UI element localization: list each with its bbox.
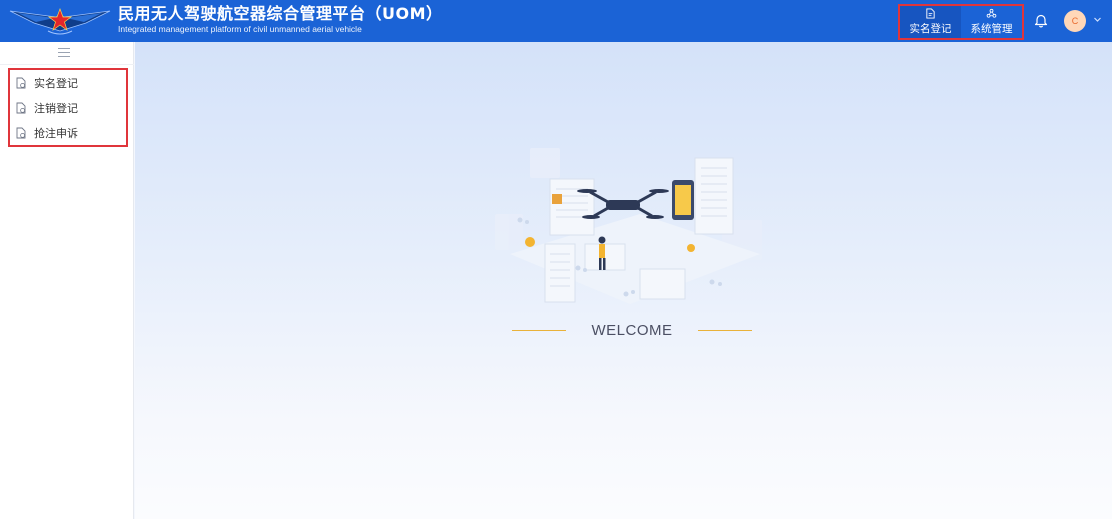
topnav-label: 实名登记 [909, 23, 952, 35]
sidebar-item-deregistration[interactable]: 注销登记 [10, 95, 126, 120]
welcome-banner: WELCOME [512, 320, 752, 340]
topnav-label: 系统管理 [970, 23, 1013, 35]
document-icon [16, 77, 26, 88]
settings-nodes-icon [986, 8, 997, 18]
document-icon [926, 8, 935, 19]
sidebar-item-real-name-registration[interactable]: 实名登记 [10, 70, 126, 95]
topnav-system-management[interactable]: 系统管理 [961, 6, 1022, 38]
sidebar-menu: 实名登记 注销登记 抢注申诉 [8, 68, 128, 147]
bell-icon[interactable] [1034, 13, 1048, 28]
divider [697, 329, 752, 331]
welcome-text: WELCOME [591, 321, 673, 339]
sidebar-item-label: 抢注申诉 [34, 126, 78, 140]
divider [0, 64, 134, 65]
document-icon [16, 127, 26, 138]
main-content: WELCOME [135, 42, 1112, 519]
caac-logo [9, 8, 111, 35]
divider [512, 329, 566, 331]
sidebar-item-squatting-appeal[interactable]: 抢注申诉 [10, 120, 126, 145]
sidebar-item-label: 注销登记 [34, 101, 78, 115]
top-header: 民用无人驾驶航空器综合管理平台（UOM） Integrated manageme… [0, 0, 1112, 42]
chevron-down-icon[interactable] [1093, 15, 1102, 24]
drone-city-illustration [495, 148, 762, 304]
app-title: 民用无人驾驶航空器综合管理平台（UOM） [118, 4, 443, 23]
topnav-real-name-registration[interactable]: 实名登记 [900, 6, 961, 38]
top-nav: 实名登记 系统管理 [898, 4, 1024, 40]
menu-icon[interactable] [58, 46, 72, 58]
avatar[interactable]: C [1064, 10, 1086, 32]
sidebar: 实名登记 注销登记 抢注申诉 [0, 42, 134, 519]
app-subtitle: Integrated management platform of civil … [118, 24, 362, 34]
sidebar-item-label: 实名登记 [34, 76, 78, 90]
document-icon [16, 102, 26, 113]
